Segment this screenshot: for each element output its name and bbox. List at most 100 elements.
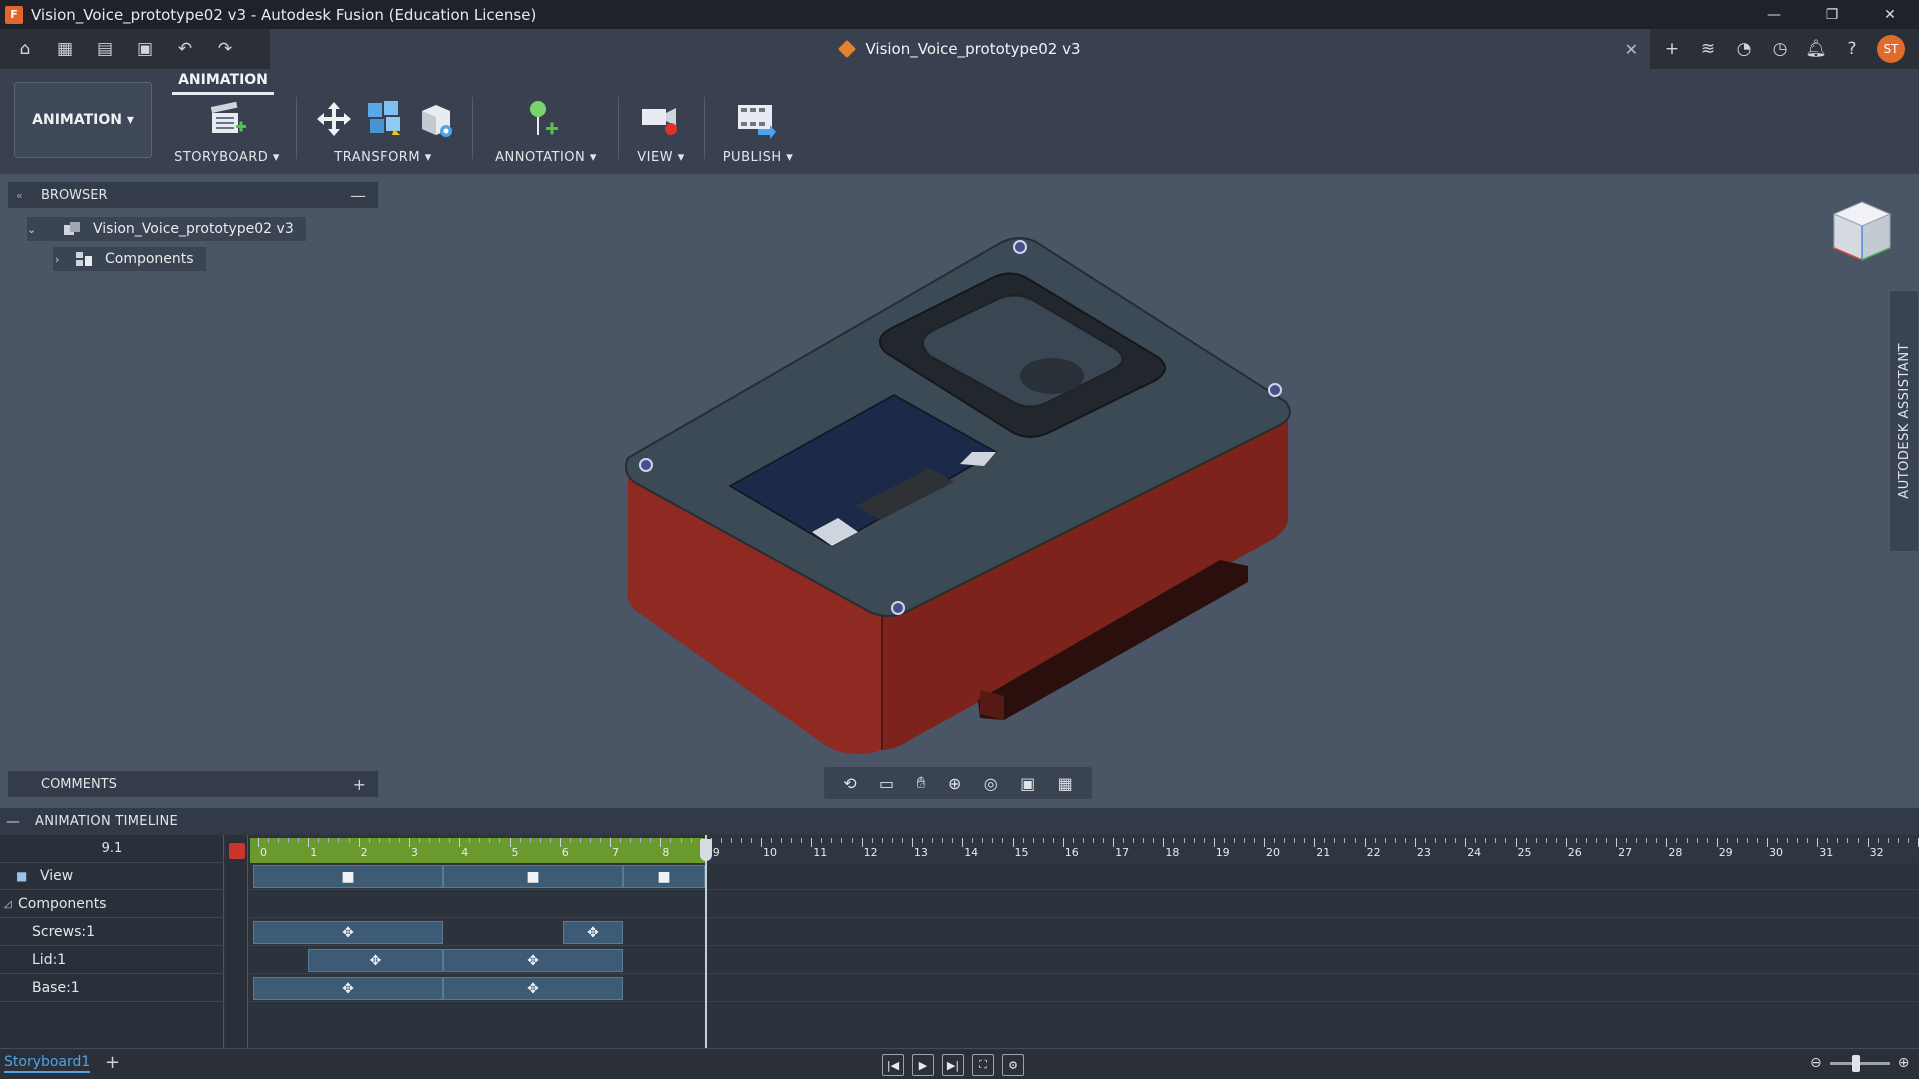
close-document-icon[interactable]: ✕ xyxy=(1625,40,1638,59)
document-tab[interactable]: Vision_Voice_prototype02 v3 ✕ xyxy=(270,29,1650,69)
file-menu-icon[interactable]: ▤ xyxy=(94,39,116,59)
publish-group[interactable]: PUBLISH ▾ xyxy=(714,97,802,167)
apps-grid-icon[interactable]: ▦ xyxy=(54,39,76,59)
annotation-menu[interactable]: ANNOTATION ▾ xyxy=(484,150,608,165)
home-icon[interactable]: ⌂ xyxy=(14,39,36,59)
ruler-minor-tick xyxy=(529,838,531,843)
skip-to-end-icon[interactable]: ▶| xyxy=(942,1054,964,1076)
notifications-bell-icon[interactable]: 🔔︎ xyxy=(1805,39,1827,59)
screws-transform-clip[interactable]: ✥ xyxy=(563,921,623,944)
ruler-minor-tick xyxy=(982,838,984,843)
undo-icon[interactable]: ↶ xyxy=(174,39,196,59)
timeline-row-components[interactable]: ◿ Components xyxy=(0,891,224,918)
collapse-panel-icon[interactable]: « xyxy=(16,189,23,202)
transform-menu[interactable]: TRANSFORM ▾ xyxy=(308,150,458,165)
new-tab-icon[interactable]: + xyxy=(1661,39,1683,59)
storyboard-tab[interactable]: Storyboard1 xyxy=(4,1054,91,1073)
extensions-icon[interactable]: ≋ xyxy=(1697,39,1719,59)
view-camera-clip[interactable]: ■ xyxy=(623,865,705,888)
look-at-icon[interactable]: ▭ xyxy=(879,774,894,793)
job-status-icon[interactable]: ◷ xyxy=(1769,39,1791,59)
view-camera-clip[interactable]: ■ xyxy=(443,865,623,888)
ruler-minor-tick xyxy=(1505,838,1507,843)
timeline-ruler[interactable]: 0 1 2 3 4 5 6 7 8 9 10 11 12 13 14 15 16 17 18 19 20 21 22 23 24… xyxy=(250,838,1919,863)
add-storyboard-icon[interactable]: + xyxy=(105,1052,120,1073)
view-cube[interactable] xyxy=(1826,198,1898,270)
timeline-zoom-slider[interactable] xyxy=(1829,1054,1890,1072)
screws-transform-clip[interactable]: ✥ xyxy=(253,921,443,944)
ruler-tick xyxy=(610,838,612,847)
chevron-right-icon[interactable]: › xyxy=(55,253,59,266)
storyboard-group[interactable]: STORYBOARD ▾ xyxy=(172,97,282,167)
timeline-row-base[interactable]: Base:1 xyxy=(0,975,224,1002)
online-status-icon[interactable]: ◔ xyxy=(1733,39,1755,59)
annotation-group[interactable]: ANNOTATION ▾ xyxy=(484,97,608,167)
storyboard-menu[interactable]: STORYBOARD ▾ xyxy=(172,150,282,165)
timeline-row-lid[interactable]: Lid:1 xyxy=(0,947,224,974)
comments-panel-header[interactable]: COMMENTS + xyxy=(7,770,379,798)
zoom-icon[interactable]: ⊕ xyxy=(948,774,961,793)
minimize-browser-icon[interactable]: — xyxy=(350,186,366,205)
speaker-center xyxy=(1020,358,1084,394)
restore-button[interactable]: ❐ xyxy=(1803,0,1861,29)
toolbar-ribbon: ANIMATION ▾ ANIMATION STORYBOARD ▾ TRANS… xyxy=(0,69,1919,174)
user-avatar[interactable]: ST xyxy=(1877,35,1905,63)
pan-hand-icon[interactable]: ✋︎ xyxy=(916,773,925,793)
ruler-minor-tick xyxy=(640,838,642,843)
save-icon[interactable]: ▣ xyxy=(134,39,156,59)
view-group[interactable]: VIEW ▾ xyxy=(628,97,694,167)
view-menu[interactable]: VIEW ▾ xyxy=(628,150,694,165)
zoom-in-icon[interactable]: ⊕ xyxy=(1898,1055,1910,1071)
ruler-minor-tick xyxy=(1394,838,1396,843)
ruler-minor-tick xyxy=(1897,838,1899,843)
lid-transform-clip[interactable]: ✥ xyxy=(443,949,623,972)
ruler-minor-tick xyxy=(1686,838,1688,843)
zoom-out-icon[interactable]: ⊖ xyxy=(1810,1055,1822,1071)
current-time-readout[interactable]: 9.1 xyxy=(0,835,224,863)
base-transform-clip[interactable]: ✥ xyxy=(253,977,443,1000)
record-keyframe-icon[interactable] xyxy=(229,843,245,859)
model-viewport[interactable] xyxy=(600,220,1320,760)
autodesk-assistant-panel[interactable]: AUTODESK ASSISTANT xyxy=(1889,290,1919,552)
add-comment-icon[interactable]: + xyxy=(353,775,366,794)
fullscreen-playback-icon[interactable]: ⛶ xyxy=(972,1054,994,1076)
ruler-minor-tick xyxy=(549,838,551,843)
play-icon[interactable]: ▶ xyxy=(912,1054,934,1076)
display-settings-icon[interactable]: ▣ xyxy=(1020,774,1035,793)
fusion-app-icon: F xyxy=(5,5,23,24)
collapse-timeline-icon[interactable]: — xyxy=(6,814,26,830)
browser-item-components[interactable]: › Components xyxy=(53,247,206,271)
timeline-row-view[interactable]: ■ View xyxy=(0,863,224,890)
view-camera-clip[interactable]: ■ xyxy=(253,865,443,888)
ruler-tick-label: 22 xyxy=(1366,846,1381,859)
playback-settings-icon[interactable]: ⚙ xyxy=(1002,1054,1024,1076)
ruler-tick-label: 27 xyxy=(1618,846,1633,859)
ruler-minor-tick xyxy=(1646,838,1648,843)
browser-item-root-document[interactable]: ⌄ Vision_Voice_prototype02 v3 xyxy=(27,217,306,241)
zoom-slider-thumb[interactable] xyxy=(1851,1054,1860,1072)
ruler-minor-tick xyxy=(1525,838,1527,843)
tab-animation[interactable]: ANIMATION xyxy=(172,72,274,95)
transform-group[interactable]: TRANSFORM ▾ xyxy=(308,97,458,167)
ruler-minor-tick xyxy=(579,838,581,843)
close-window-button[interactable]: ✕ xyxy=(1861,0,1919,29)
ruler-minor-tick xyxy=(469,838,471,843)
redo-icon[interactable]: ↷ xyxy=(214,39,236,59)
timeline-row-screws[interactable]: Screws:1 xyxy=(0,919,224,946)
orbit-icon[interactable]: ⟲ xyxy=(843,774,856,793)
minimize-button[interactable]: — xyxy=(1745,0,1803,29)
ruler-tick-label: 19 xyxy=(1215,846,1230,859)
ruler-tick xyxy=(1213,838,1215,847)
base-transform-clip[interactable]: ✥ xyxy=(443,977,623,1000)
help-icon[interactable]: ? xyxy=(1841,39,1863,59)
workspace-switcher-button[interactable]: ANIMATION ▾ xyxy=(14,82,152,158)
lid-transform-clip[interactable]: ✥ xyxy=(308,949,443,972)
grid-settings-icon[interactable]: ▦ xyxy=(1058,774,1073,793)
collapse-triangle-icon[interactable]: ◿ xyxy=(4,899,18,910)
skip-to-start-icon[interactable]: |◀ xyxy=(882,1054,904,1076)
playhead-handle[interactable] xyxy=(700,839,712,861)
chevron-down-icon[interactable]: ⌄ xyxy=(27,223,36,236)
fit-view-icon[interactable]: ◎ xyxy=(984,774,998,793)
publish-menu[interactable]: PUBLISH ▾ xyxy=(714,150,802,165)
timeline-track-area[interactable]: 0 1 2 3 4 5 6 7 8 9 10 11 12 13 14 15 16 17 18 19 20 21 22 23 24… xyxy=(250,835,1919,1048)
